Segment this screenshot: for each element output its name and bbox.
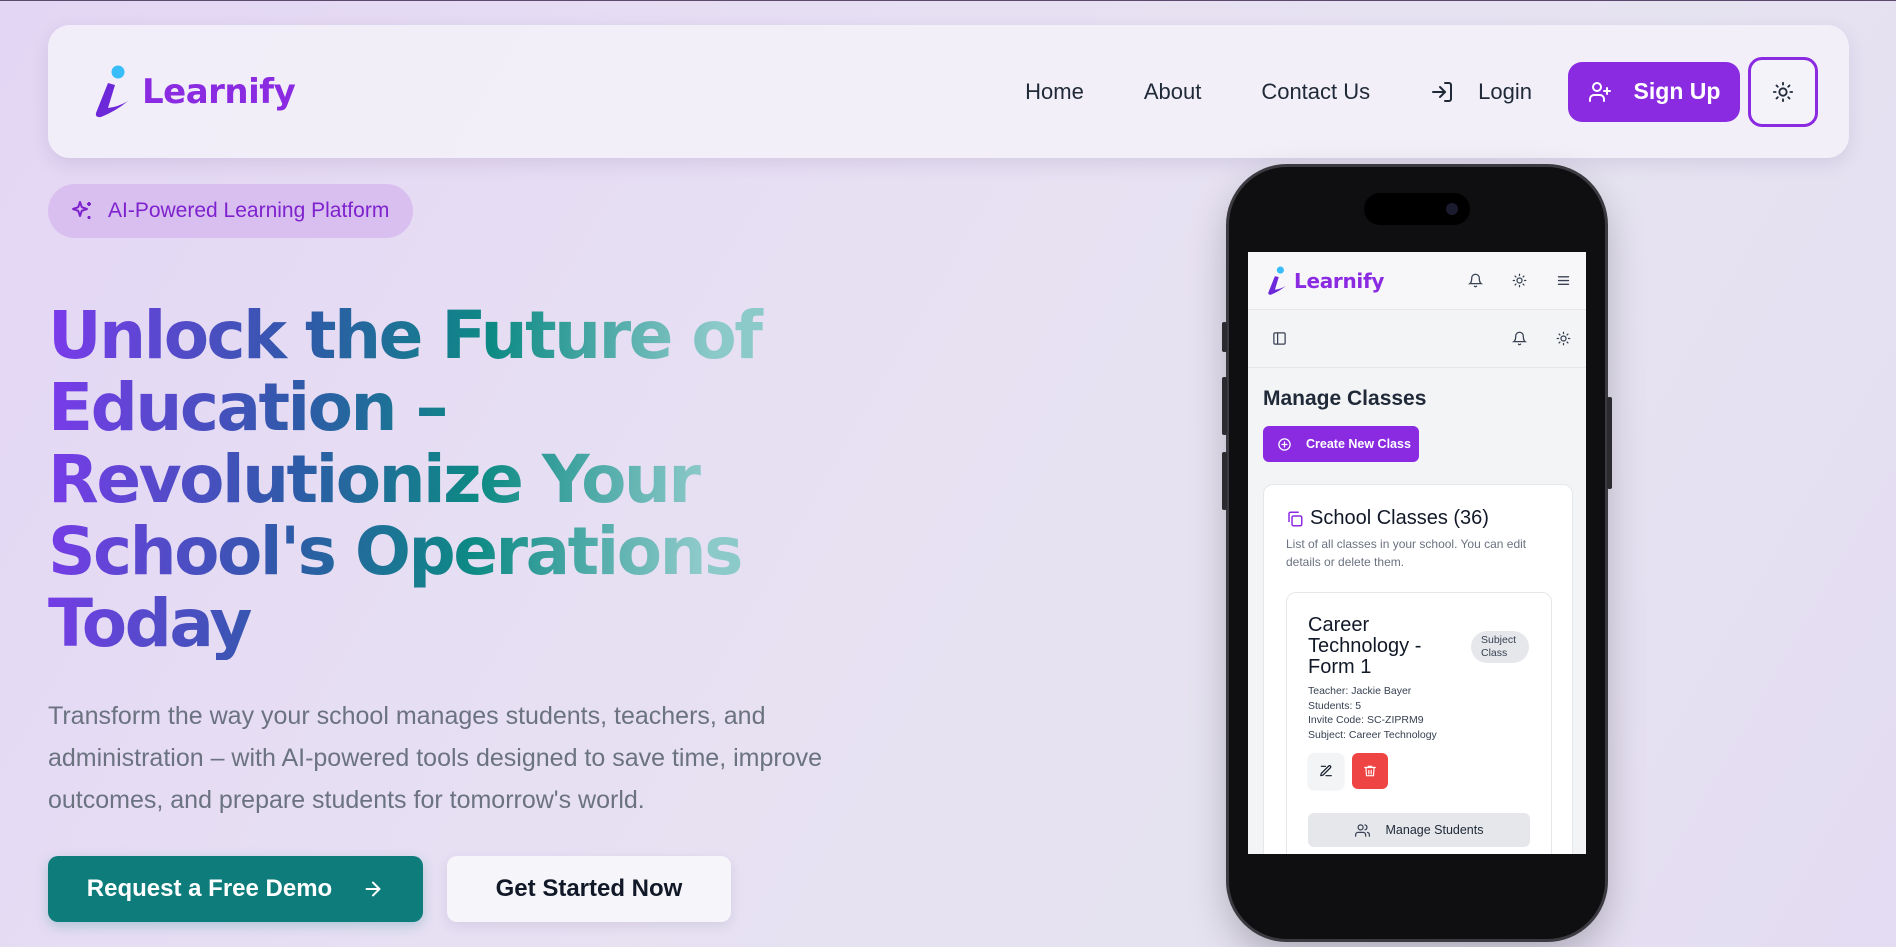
trash-icon [1364, 765, 1376, 777]
headline-line: School's Operations [48, 513, 741, 590]
theme-toggle-button[interactable] [1748, 56, 1818, 127]
brand-name: Learnify [142, 72, 296, 112]
user-plus-icon [1588, 81, 1611, 102]
school-classes-heading: School Classes (36) [1286, 507, 1489, 530]
phone-power-button [1607, 397, 1612, 489]
hero-subtext: Transform the way your school manages st… [48, 702, 822, 814]
class-name: Career Technology - Form 1 [1308, 614, 1422, 678]
ai-platform-label: AI-Powered Learning Platform [108, 199, 390, 222]
school-classes-card: School Classes (36) List of all classes … [1263, 484, 1573, 854]
sidebar-toggle-icon[interactable] [1268, 328, 1290, 350]
edit-icon [1320, 765, 1332, 777]
class-invite-code: Invite Code: SC-ZIPRM9 [1308, 714, 1424, 726]
request-demo-button[interactable]: Request a Free Demo [48, 856, 423, 922]
sun-icon[interactable] [1508, 270, 1530, 292]
school-classes-title: School Classes (36) [1310, 507, 1489, 529]
logo-mark-icon [88, 63, 132, 121]
copy-icon [1288, 511, 1303, 526]
mobile-brand-name: Learnify [1294, 268, 1385, 293]
class-item: Career Technology - Form 1 Subject Class… [1286, 592, 1552, 854]
bell-icon[interactable] [1464, 270, 1486, 292]
hamburger-menu-icon[interactable] [1552, 270, 1574, 292]
manage-students-button[interactable]: Manage Students [1308, 813, 1530, 847]
sun-icon [1772, 81, 1794, 102]
nav-about-link[interactable]: About [1144, 79, 1202, 105]
manage-classes-title: Manage Classes [1263, 387, 1427, 410]
top-border [0, 0, 1896, 1]
nav-links: Home About Contact Us Login Sign Up [1025, 25, 1849, 158]
ai-platform-badge: AI-Powered Learning Platform [48, 184, 414, 238]
class-meta: Teacher: Jackie Bayer Students: 5 Invite… [1308, 684, 1437, 742]
dynamic-island [1364, 193, 1470, 225]
delete-class-button[interactable] [1352, 753, 1388, 789]
navbar: Learnify Home About Contact Us Login Sig… [48, 25, 1849, 158]
sign-up-button[interactable]: Sign Up [1568, 61, 1740, 122]
class-type-badge: Subject Class [1471, 631, 1529, 663]
login-label: Login [1478, 78, 1532, 104]
mobile-header: Learnify [1248, 252, 1586, 310]
mobile-brand[interactable]: Learnify [1264, 265, 1442, 297]
headline-line: Unlock the Future of [48, 297, 761, 374]
arrow-right-icon [365, 881, 381, 897]
login-link[interactable]: Login [1430, 79, 1532, 105]
class-teacher: Teacher: Jackie Bayer [1308, 685, 1412, 697]
headline-line: Today [48, 585, 250, 662]
school-classes-description: List of all classes in your school. You … [1286, 537, 1527, 569]
get-started-label: Get Started Now [495, 875, 683, 902]
headline-line: Education – [48, 369, 446, 446]
bell-icon[interactable] [1508, 328, 1530, 350]
create-class-label: Create New Class [1306, 437, 1411, 451]
manage-students-label: Manage Students [1385, 823, 1484, 837]
mobile-subheader [1248, 310, 1586, 368]
phone-volume-down-button [1222, 452, 1227, 510]
create-class-button[interactable]: Create New Class [1263, 426, 1419, 462]
class-subject: Subject: Career Technology [1308, 728, 1437, 741]
phone-mockup: Learnify Manage Classes Create New Class… [1222, 167, 1612, 939]
class-students: Students: 5 [1308, 699, 1362, 712]
logo-mark-icon [1268, 266, 1286, 295]
phone-screen: Learnify Manage Classes Create New Class… [1248, 252, 1586, 854]
sparkles-icon [72, 201, 91, 219]
users-icon [1354, 823, 1370, 837]
plus-circle-icon [1278, 437, 1291, 451]
nav-home-link[interactable]: Home [1025, 79, 1084, 105]
headline-line: Revolutionize Your [48, 441, 699, 518]
phone-action-button [1222, 322, 1227, 352]
request-demo-label: Request a Free Demo [86, 875, 333, 902]
sign-up-label: Sign Up [1633, 78, 1721, 104]
get-started-button[interactable]: Get Started Now [447, 856, 731, 922]
camera-dot [1446, 203, 1458, 215]
edit-class-button[interactable] [1308, 753, 1344, 789]
login-icon [1432, 81, 1453, 102]
brand-logo[interactable]: Learnify [88, 63, 296, 121]
hero-headline: Unlock the Future of Education – Revolut… [48, 300, 948, 660]
sun-icon[interactable] [1552, 328, 1574, 350]
nav-contact-link[interactable]: Contact Us [1261, 79, 1370, 105]
phone-volume-up-button [1222, 377, 1227, 435]
